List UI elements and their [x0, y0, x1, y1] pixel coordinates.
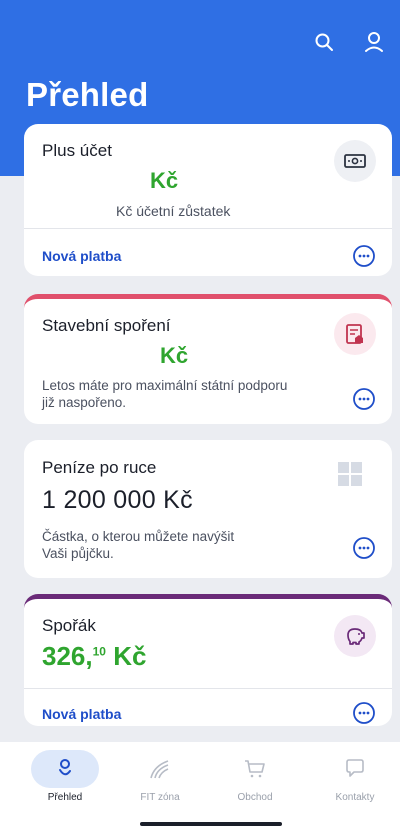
fit-zone-icon: [126, 750, 194, 788]
new-payment-link[interactable]: Nová platba: [42, 706, 121, 722]
tab-fit-zone[interactable]: FIT zóna: [115, 750, 205, 803]
cash-on-hand-card[interactable]: Peníze po ruce 1 200 000 Kč Částka, o kt…: [24, 440, 392, 578]
user-icon[interactable]: [362, 30, 386, 54]
balance-label: Kč účetní zůstatek: [116, 203, 231, 219]
overview-icon: [31, 750, 99, 788]
more-options-icon[interactable]: [352, 244, 376, 268]
card-title: Peníze po ruce: [42, 458, 157, 477]
description-line: Vaši půjčku.: [42, 546, 114, 561]
tab-contacts[interactable]: Kontakty: [310, 750, 400, 803]
savings-balance: 326,10 Kč: [42, 641, 146, 672]
tab-overview[interactable]: Přehled: [20, 750, 110, 803]
tab-label: Obchod: [237, 792, 273, 803]
new-payment-link[interactable]: Nová platba: [42, 248, 121, 264]
piggy-bank-icon: [334, 615, 376, 657]
header-actions: [312, 30, 386, 54]
card-title: Stavební spoření: [42, 316, 171, 335]
building-savings-card[interactable]: Stavební spoření Kč Letos máte pro maxim…: [24, 294, 392, 424]
amount-whole: 326,: [42, 641, 93, 671]
loan-description: Částka, o kterou můžete navýšit Vaši půj…: [42, 528, 322, 562]
tab-shop[interactable]: Obchod: [210, 750, 300, 803]
description-line: již naspořeno.: [42, 395, 127, 410]
search-icon[interactable]: [312, 30, 336, 54]
card-title: Plus účet: [42, 141, 112, 160]
savings-amount: Kč: [160, 343, 189, 368]
plus-account-card[interactable]: Plus účet Kč Kč účetní zůstatek Nová pla…: [24, 124, 392, 276]
savings-account-card[interactable]: Spořák 326,10 Kč Nová platba: [24, 594, 392, 726]
account-amount: Kč: [150, 168, 179, 193]
divider: [24, 228, 392, 229]
more-options-icon[interactable]: [352, 536, 376, 560]
tab-label: Přehled: [47, 792, 83, 803]
amount-decimal: 10: [92, 644, 106, 659]
card-title: Spořák: [42, 616, 96, 635]
cart-icon: [221, 750, 289, 788]
money-icon: [334, 140, 376, 182]
more-options-icon[interactable]: [352, 701, 376, 725]
divider: [24, 688, 392, 689]
chat-icon: [321, 750, 389, 788]
savings-description: Letos máte pro maximální státní podporu …: [42, 377, 342, 411]
document-house-icon: [334, 313, 376, 355]
home-indicator: [140, 822, 282, 826]
tab-label: Kontakty: [335, 792, 375, 803]
page-title: Přehled: [26, 76, 149, 113]
loan-amount: 1 200 000 Kč: [42, 486, 193, 514]
bottom-tab-bar: Přehled FIT zóna Obchod Kontakty: [0, 742, 400, 830]
tab-label: FIT zóna: [140, 792, 180, 803]
description-line: Letos máte pro maximální státní podporu: [42, 378, 288, 393]
more-options-icon[interactable]: [352, 387, 376, 411]
amount-currency: Kč: [113, 641, 147, 671]
grid-icon: [338, 462, 362, 486]
description-line: Částka, o kterou můžete navýšit: [42, 529, 235, 544]
